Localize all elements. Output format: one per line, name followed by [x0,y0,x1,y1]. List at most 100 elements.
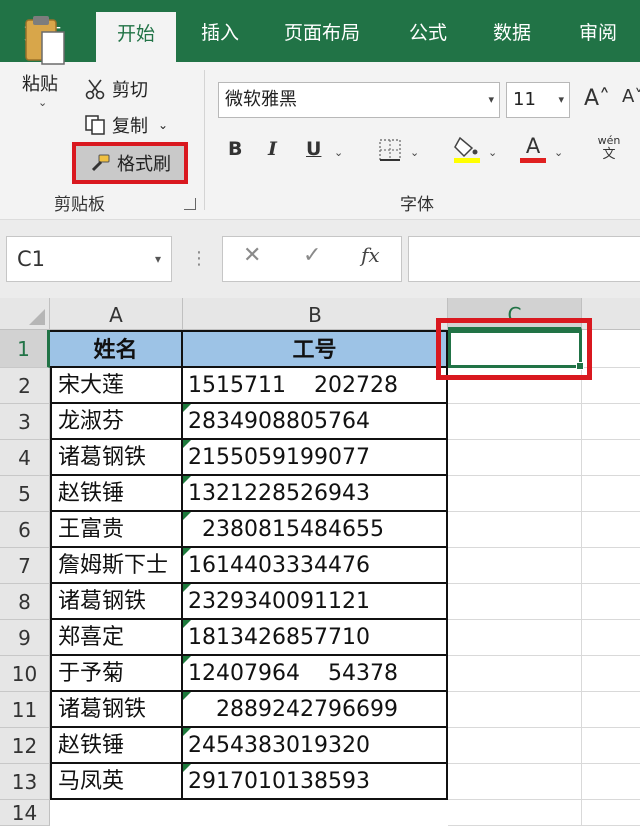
row-header[interactable]: 7 [0,548,50,584]
italic-button[interactable]: I [268,138,277,160]
cell-id[interactable]: 2454383019320 [183,728,448,764]
row-header[interactable]: 5 [0,476,50,512]
cell-id[interactable]: 2917010138593 [183,764,448,800]
cell-id[interactable]: 2155059199077 [183,440,448,476]
insert-function-icon[interactable]: fx [361,243,380,267]
row-header[interactable]: 1 [0,330,50,368]
cell-id[interactable]: 1515711 202728 [183,368,448,404]
number-as-text-warning-icon [183,692,191,700]
gridline [448,655,640,656]
format-painter-button[interactable]: 格式刷 [72,142,188,184]
cut-button[interactable]: 剪切 [84,76,148,102]
grow-font-button[interactable]: A˄ [584,86,610,111]
worksheet-grid[interactable]: A B C 1 2 3 4 5 6 7 8 9 10 11 12 13 14 姓名 工号 宋大莲 1515711 … [0,298,640,826]
borders-dropdown-icon[interactable]: ⌄ [410,146,419,159]
font-name-combo[interactable]: 微软雅黑 ▾ [218,82,500,118]
cell-id[interactable]: 2834908805764 [183,404,448,440]
cell-name[interactable]: 于予菊 [50,656,183,692]
paste-button[interactable]: 粘贴 [22,70,58,96]
row-header[interactable]: 2 [0,368,50,404]
number-as-text-warning-icon [183,728,191,736]
cell-name[interactable]: 赵铁锤 [50,476,183,512]
borders-icon[interactable] [378,138,402,162]
number-as-text-warning-icon [183,404,191,412]
chevron-down-icon[interactable]: ▾ [155,237,161,281]
select-all-button[interactable] [0,298,50,330]
chevron-down-icon[interactable]: ▾ [558,83,564,117]
tab-insert[interactable]: 插入 [188,0,252,62]
paste-icon[interactable] [22,14,66,68]
chevron-down-icon[interactable]: ▾ [488,83,494,117]
name-box[interactable]: C1 ▾ [6,236,172,282]
cell-name[interactable]: 龙淑芬 [50,404,183,440]
formula-input[interactable] [408,236,640,282]
cell-id-text: 2889242796699 [188,697,398,722]
phonetic-bottom: 文 [602,147,616,162]
row-header[interactable]: 11 [0,692,50,728]
cell-id[interactable]: 2329340091121 [183,584,448,620]
tab-page-layout[interactable]: 页面布局 [272,0,372,62]
resize-handle-icon[interactable]: ⋮ [190,248,208,269]
tab-home[interactable]: 开始 [96,12,176,62]
underline-dropdown-icon[interactable]: ⌄ [334,146,343,159]
number-as-text-warning-icon [183,476,191,484]
phonetic-guide-button[interactable]: wén 文 [594,134,624,162]
cell-id[interactable]: 1813426857710 [183,620,448,656]
row-header[interactable]: 8 [0,584,50,620]
cell-id-text: 1321228526943 [188,481,370,506]
gridline [448,403,640,404]
cell-name[interactable]: 詹姆斯下士 [50,548,183,584]
cancel-icon[interactable]: ✕ [243,243,261,268]
clipboard-dialog-launcher-icon[interactable] [184,198,196,210]
row-header[interactable]: 13 [0,764,50,800]
gridline [448,691,640,692]
copy-button[interactable]: 复制 ⌄ [84,112,168,138]
cell-name[interactable]: 诸葛钢铁 [50,440,183,476]
font-name-value: 微软雅黑 [225,89,297,110]
ribbon-tab-bar: 文件 开始 插入 页面布局 公式 数据 审阅 [0,0,640,62]
cell-id[interactable]: 1321228526943 [183,476,448,512]
font-size-combo[interactable]: 11 ▾ [506,82,570,118]
row-header[interactable]: 12 [0,728,50,764]
enter-icon[interactable]: ✓ [303,243,321,268]
cell-name[interactable]: 诸葛钢铁 [50,692,183,728]
row-header[interactable]: 3 [0,404,50,440]
phonetic-top: wén [597,134,621,147]
cell-id-text: 2329340091121 [188,589,370,614]
column-header-a[interactable]: A [50,298,183,330]
header-cell-id[interactable]: 工号 [183,330,448,368]
cell-name[interactable]: 赵铁锤 [50,728,183,764]
cell-id-text: 2155059199077 [188,445,370,470]
cell-id[interactable]: 1614403334476 [183,548,448,584]
gridline [581,330,582,826]
font-color-dropdown-icon[interactable]: ⌄ [554,146,563,159]
tab-data[interactable]: 数据 [480,0,544,62]
copy-dropdown-icon[interactable]: ⌄ [158,118,168,132]
cell-id-text: 1813426857710 [188,625,370,650]
column-header-b[interactable]: B [183,298,448,330]
cell-id[interactable]: 12407964 54378 [183,656,448,692]
paste-dropdown-icon[interactable]: ⌄ [38,96,47,109]
cell-name[interactable]: 马凤英 [50,764,183,800]
row-header[interactable]: 9 [0,620,50,656]
cell-id[interactable]: 2889242796699 [183,692,448,728]
underline-button[interactable]: U [306,138,321,160]
number-as-text-warning-icon [183,656,191,664]
row-header[interactable]: 14 [0,800,50,826]
font-color-button[interactable]: A [520,134,546,164]
tab-review[interactable]: 审阅 [566,0,630,62]
cell-name[interactable]: 诸葛钢铁 [50,584,183,620]
row-header[interactable]: 4 [0,440,50,476]
row-header[interactable]: 10 [0,656,50,692]
cell-id[interactable]: 2380815484655 [183,512,448,548]
cell-name[interactable]: 王富贵 [50,512,183,548]
fill-color-icon[interactable] [452,134,482,164]
cell-name[interactable]: 宋大莲 [50,368,183,404]
row-header[interactable]: 6 [0,512,50,548]
shrink-font-button[interactable]: A˅ [622,86,640,107]
header-cell-name[interactable]: 姓名 [50,330,183,368]
bold-button[interactable]: B [228,138,242,160]
fill-color-dropdown-icon[interactable]: ⌄ [488,146,497,159]
cell-name[interactable]: 郑喜定 [50,620,183,656]
tab-formulas[interactable]: 公式 [396,0,460,62]
